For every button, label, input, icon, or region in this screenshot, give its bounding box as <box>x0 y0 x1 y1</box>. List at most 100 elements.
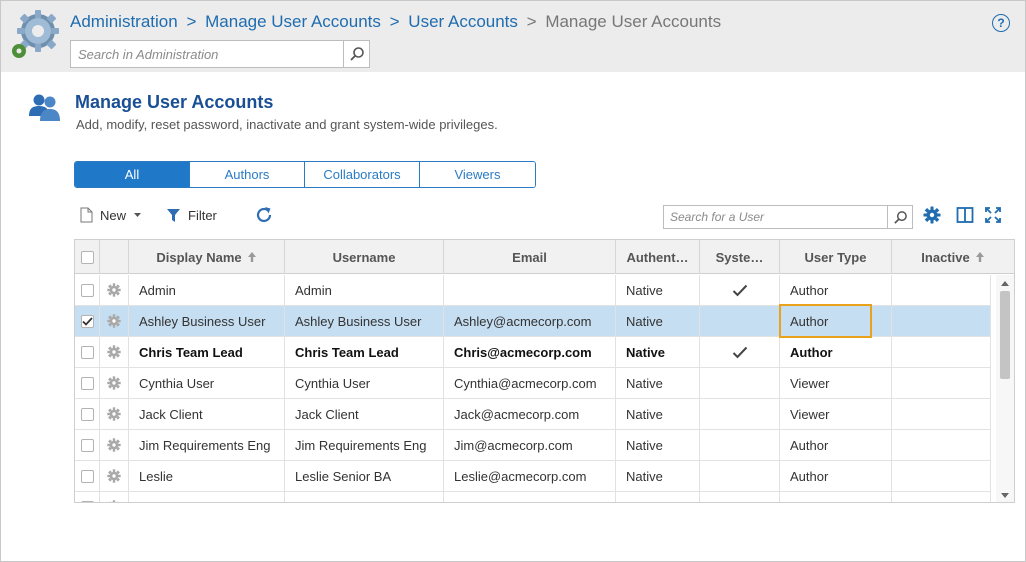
cell-email: Ashley@acmecorp.com <box>444 306 616 336</box>
cell-display-name-text: Cynthia User <box>139 375 215 391</box>
row-checkbox[interactable] <box>80 407 94 421</box>
help-icon[interactable]: ? <box>992 14 1010 32</box>
cell-authentication: Native <box>616 492 700 502</box>
row-checkbox[interactable] <box>80 500 94 502</box>
admin-search-button[interactable] <box>343 41 369 67</box>
cell-username-text: Jim Requirements Eng <box>295 437 427 453</box>
header-system[interactable]: Syste… <box>700 240 780 274</box>
refresh-icon[interactable] <box>254 205 274 225</box>
tab-collaborators[interactable]: Collaborators <box>305 162 420 187</box>
header-authentication[interactable]: Authent… <box>616 240 700 274</box>
table-row[interactable]: Cynthia User Cynthia User Cynthia@acmecorp… <box>75 368 991 399</box>
scroll-up-arrow[interactable] <box>1001 281 1009 286</box>
tab-authors[interactable]: Authors <box>190 162 305 187</box>
header-user-type[interactable]: User Type <box>780 240 892 274</box>
filter-button[interactable]: Filter <box>166 206 217 224</box>
select-all-checkbox[interactable] <box>80 250 94 264</box>
cell-user-type-text: Viewer <box>790 375 830 391</box>
breadcrumb-link-user-accounts[interactable]: User Accounts <box>408 12 518 32</box>
cell-username-text: Jack Client <box>295 406 359 422</box>
breadcrumb-link-administration[interactable]: Administration <box>70 12 178 32</box>
row-gear-icon[interactable] <box>107 500 121 503</box>
table-row[interactable]: Chris Team Lead Chris Team Lead Chris@acme… <box>75 337 991 368</box>
cell-authentication-text: Native <box>626 468 663 484</box>
row-actions-cell <box>100 492 129 503</box>
row-gear-icon[interactable] <box>107 314 121 328</box>
cell-user-type-text: Collaborator <box>790 500 861 503</box>
cell-email: Jim@acmecorp.com <box>444 430 616 460</box>
row-gear-icon[interactable] <box>107 407 121 421</box>
row-gear-icon[interactable] <box>107 345 121 359</box>
cell-authentication-text: Native <box>626 344 666 360</box>
cell-display-name: Jim Requirements Eng <box>129 430 285 460</box>
cell-system <box>700 306 780 336</box>
sort-up-icon <box>247 252 256 262</box>
new-button[interactable]: New <box>80 206 142 224</box>
cell-user-type: Collaborator <box>780 492 892 503</box>
expand-icon[interactable] <box>984 206 1002 224</box>
table-row[interactable]: Admin Admin Native Author <box>75 275 991 306</box>
row-actions-cell <box>100 337 129 367</box>
user-search-button[interactable] <box>887 206 912 228</box>
cell-display-name: Lily Business User <box>129 492 285 502</box>
header-display-name[interactable]: Display Name <box>129 240 285 274</box>
table-row[interactable]: Lily Business User Lily Business User Lily… <box>75 492 991 503</box>
cell-username: Jack Client <box>285 399 444 429</box>
cell-authentication: Native <box>616 306 700 336</box>
grid-scrollbar[interactable] <box>996 275 1014 502</box>
header-username[interactable]: Username <box>285 240 444 274</box>
table-row[interactable]: Leslie Leslie Senior BA Leslie@acmecorp.co… <box>75 461 991 492</box>
row-select-cell <box>75 337 100 367</box>
user-search-input[interactable] <box>664 206 888 228</box>
row-gear-icon[interactable] <box>107 438 121 452</box>
row-checkbox[interactable] <box>80 469 94 483</box>
tab-all[interactable]: All <box>75 162 190 187</box>
select-all-cell <box>75 240 100 274</box>
breadcrumb: Administration > Manage User Accounts > … <box>70 12 721 32</box>
row-checkbox[interactable] <box>80 438 94 452</box>
row-select-cell <box>75 399 100 429</box>
columns-icon[interactable] <box>956 206 974 224</box>
cell-username-text: Cynthia User <box>295 375 371 391</box>
row-gear-icon[interactable] <box>107 376 121 390</box>
cell-user-type: Author <box>780 275 892 305</box>
cell-user-type-text: Author <box>790 437 829 453</box>
top-bar: Administration > Manage User Accounts > … <box>1 1 1025 72</box>
tab-viewers[interactable]: Viewers <box>420 162 535 187</box>
settings-gear-icon[interactable] <box>923 206 941 224</box>
breadcrumb-link-manage-user-accounts[interactable]: Manage User Accounts <box>205 12 381 32</box>
scroll-thumb[interactable] <box>1000 291 1010 379</box>
cell-email-text: Chris@acmecorp.com <box>454 344 592 360</box>
table-row[interactable]: Jack Client Jack Client Jack@acmecorp.com N… <box>75 399 991 430</box>
row-checkbox[interactable] <box>80 376 94 390</box>
cell-user-type: Author <box>780 430 892 460</box>
row-actions-cell <box>100 430 129 460</box>
row-gear-icon[interactable] <box>107 283 121 297</box>
row-checkbox[interactable] <box>80 283 94 297</box>
user-accounts-grid: Display Name Username Email Authent… Sys… <box>74 239 1015 503</box>
cell-user-type-text: Author <box>790 344 833 360</box>
cell-username-text: Ashley Business User <box>295 313 422 329</box>
cell-authentication-text: Native <box>626 282 663 298</box>
header-inactive[interactable]: Inactive <box>892 240 1014 274</box>
table-row[interactable]: Jim Requirements Eng Jim Requirements Eng… <box>75 430 991 461</box>
cell-display-name: Jack Client <box>129 399 285 429</box>
admin-search-box <box>70 40 370 68</box>
new-document-icon <box>80 207 93 223</box>
cell-user-type-text: Viewer <box>790 406 830 422</box>
new-button-label: New <box>100 207 127 223</box>
app-gear-logo-icon <box>12 10 59 58</box>
table-row[interactable]: Ashley Business User Ashley Business User… <box>75 306 991 337</box>
cell-username-text: Admin <box>295 282 332 298</box>
scroll-down-arrow[interactable] <box>1001 493 1009 498</box>
cell-user-type-text: Author <box>790 282 829 298</box>
row-gear-icon[interactable] <box>107 469 121 483</box>
header-email[interactable]: Email <box>444 240 616 274</box>
page-subtitle: Add, modify, reset password, inactivate … <box>76 117 498 132</box>
cell-username: Ashley Business User <box>285 306 444 336</box>
cell-email-text: Jack@acmecorp.com <box>454 406 580 422</box>
cell-user-type: Viewer <box>780 399 892 429</box>
admin-search-input[interactable] <box>71 41 345 67</box>
row-checkbox[interactable] <box>80 345 94 359</box>
row-checkbox[interactable] <box>80 314 94 328</box>
